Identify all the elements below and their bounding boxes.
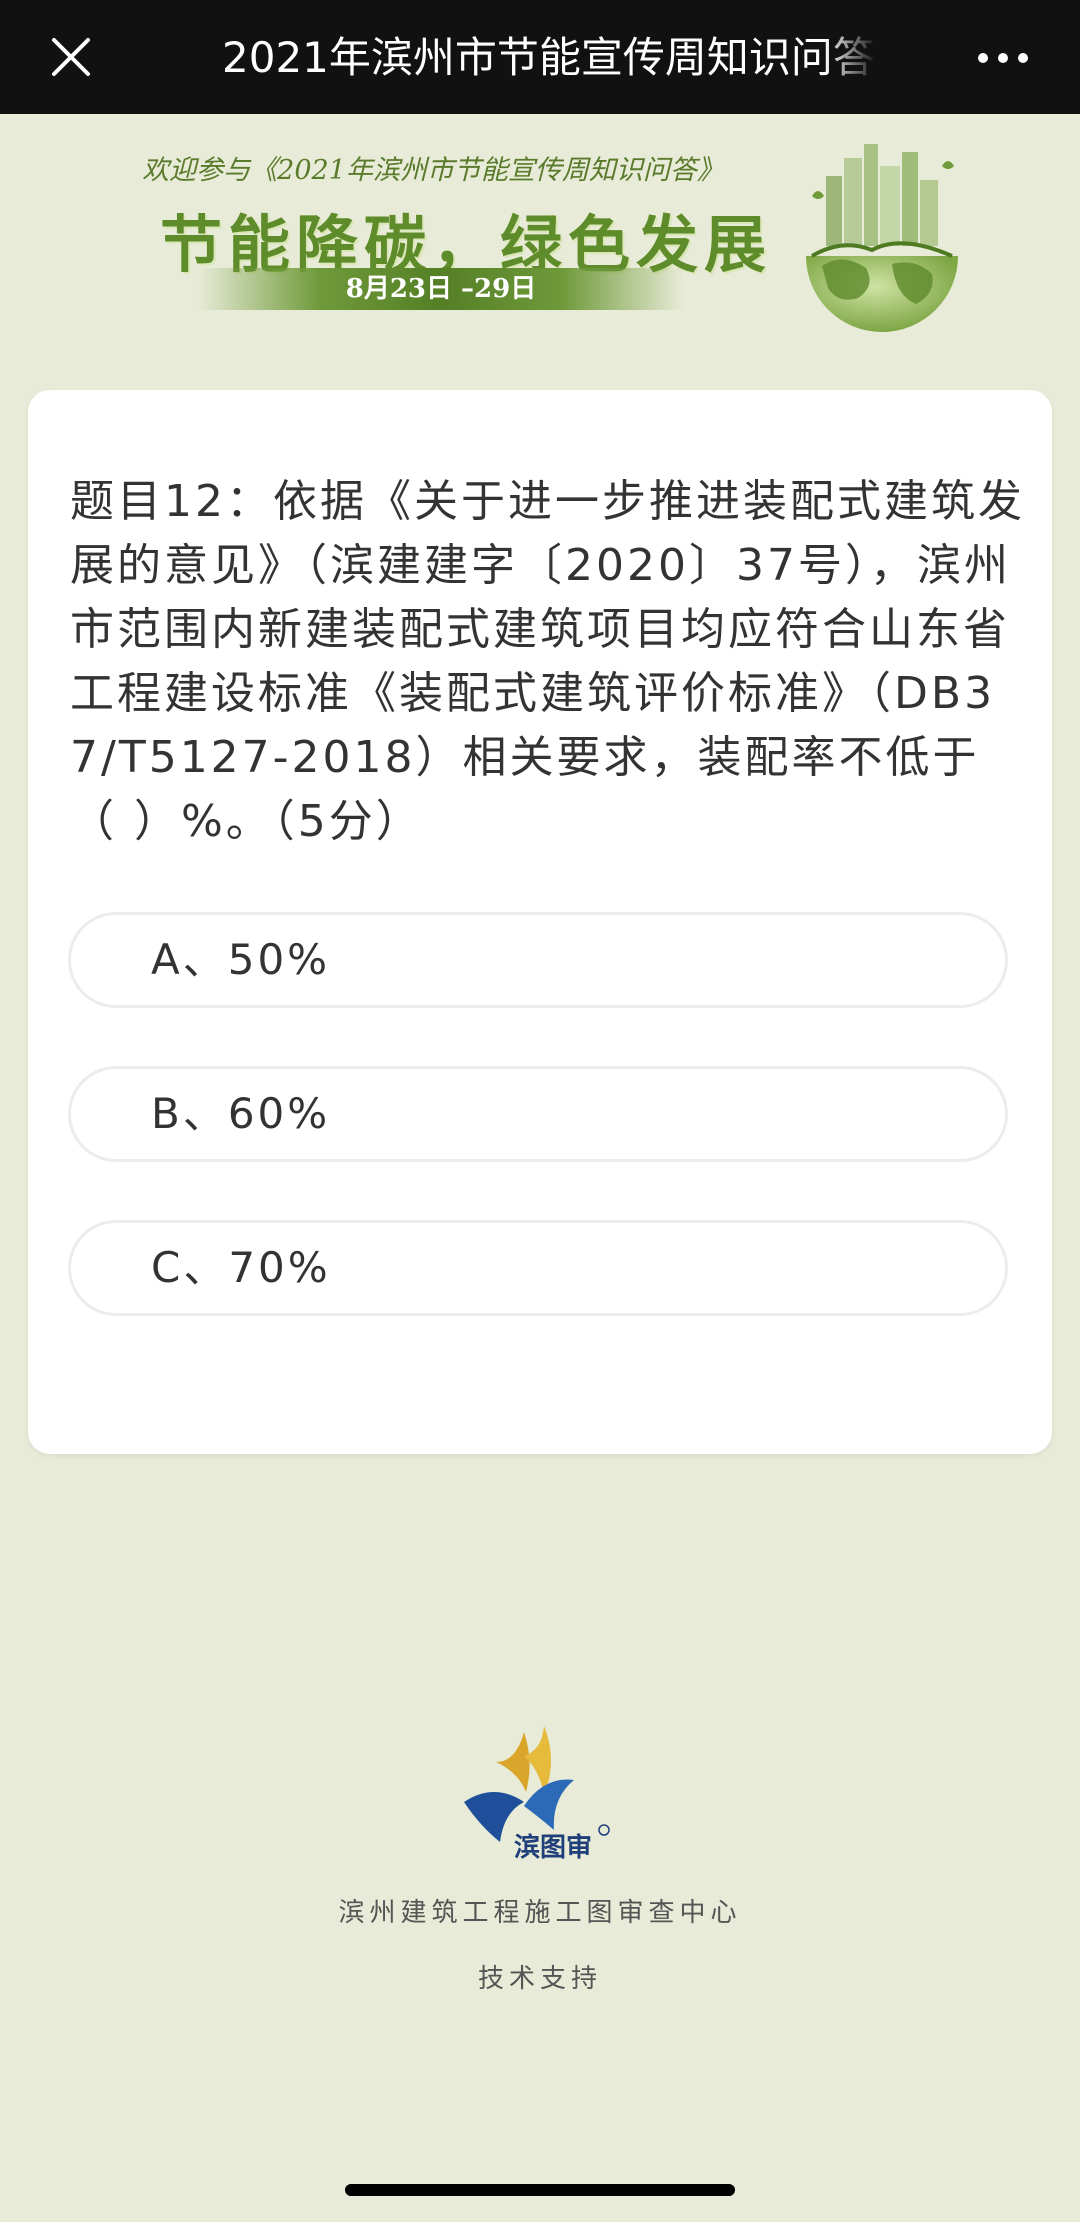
option-c-label: C、70% [151, 1243, 331, 1292]
banner-welcome-text: 欢迎参与《2021年滨州市节能宣传周知识问答》 [142, 155, 724, 186]
event-banner: 欢迎参与《2021年滨州市节能宣传周知识问答》 节能降碳，绿色发展 8月23日 … [0, 114, 1080, 344]
more-button[interactable] [970, 36, 1040, 80]
home-indicator[interactable] [345, 2184, 735, 2196]
close-button[interactable] [40, 30, 100, 86]
option-c[interactable]: C、70% [68, 1220, 1008, 1316]
page-title: 2021年滨州市节能宣传周知识问答 [222, 33, 875, 82]
option-a-label: A、50% [151, 935, 331, 984]
option-a[interactable]: A、50% [68, 912, 1008, 1008]
option-b-label: B、60% [151, 1089, 331, 1138]
option-b[interactable]: B、60% [68, 1066, 1008, 1162]
footer-support: 技术支持 [477, 1964, 602, 1994]
title-bar: 2021年滨州市节能宣传周知识问答 [0, 0, 1080, 114]
close-icon [52, 38, 90, 76]
question-text: 题目12：依据《关于进一步推进装配式建筑发展的意见》（滨建建字〔2020〕37号… [70, 476, 1025, 847]
more-dots-icon [978, 53, 1028, 63]
logo-text: 滨图审 [514, 1832, 592, 1862]
bintushen-logo: 滨图审 [464, 1726, 610, 1862]
banner-dates: 8月23日 –29日 [345, 274, 537, 304]
footer-organization: 滨州建筑工程施工图审查中心 [338, 1898, 742, 1928]
green-earth-city-icon [806, 144, 958, 332]
question-card: 题目12：依据《关于进一步推进装配式建筑发展的意见》（滨建建字〔2020〕37号… [28, 390, 1052, 1454]
